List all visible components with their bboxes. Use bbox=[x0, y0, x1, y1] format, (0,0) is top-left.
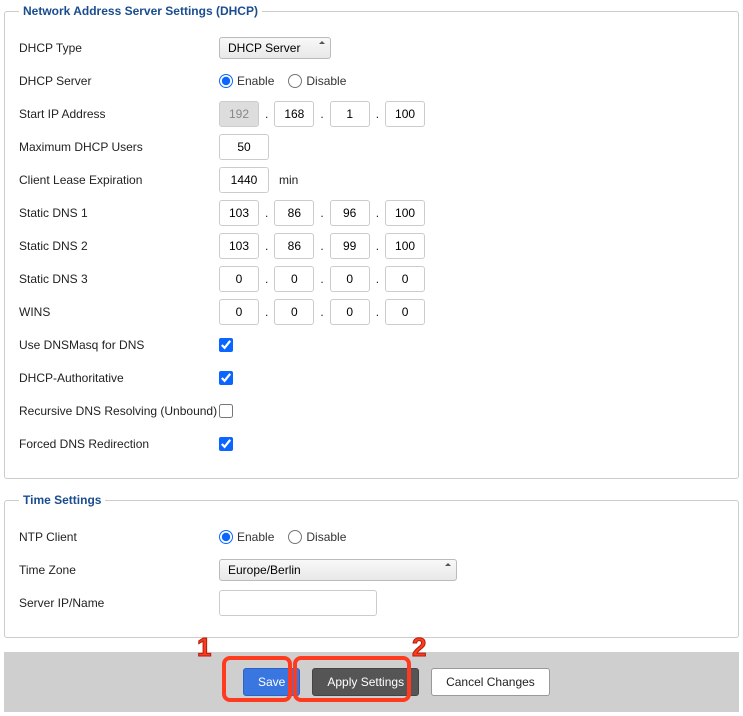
dns3-label: Static DNS 3 bbox=[19, 272, 219, 286]
authoritative-checkbox[interactable] bbox=[219, 371, 233, 385]
lease-unit: min bbox=[279, 173, 298, 187]
wins-o2[interactable] bbox=[274, 299, 314, 325]
dnsmasq-label: Use DNSMasq for DNS bbox=[19, 338, 219, 352]
dns2-label: Static DNS 2 bbox=[19, 239, 219, 253]
dhcp-legend: Network Address Server Settings (DHCP) bbox=[19, 4, 262, 18]
apply-settings-button[interactable]: Apply Settings bbox=[312, 668, 419, 696]
dns1-label: Static DNS 1 bbox=[19, 206, 219, 220]
ntp-disable-radio[interactable] bbox=[288, 530, 302, 544]
dhcp-server-disable[interactable]: Disable bbox=[288, 74, 346, 88]
wins-label: WINS bbox=[19, 305, 219, 319]
dnsmasq-checkbox[interactable] bbox=[219, 338, 233, 352]
dns1-o4[interactable] bbox=[385, 200, 425, 226]
dns2-o1[interactable] bbox=[219, 233, 259, 259]
dhcp-type-select[interactable]: DHCP Server bbox=[219, 37, 331, 59]
dns2-o2[interactable] bbox=[274, 233, 314, 259]
start-ip-o2[interactable] bbox=[274, 101, 314, 127]
start-ip-o3[interactable] bbox=[330, 101, 370, 127]
bottom-bar-wrap: Save Apply Settings Cancel Changes 1 2 bbox=[4, 652, 739, 712]
dhcp-server-enable[interactable]: Enable bbox=[219, 74, 274, 88]
dns2-o4[interactable] bbox=[385, 233, 425, 259]
dhcp-section: Network Address Server Settings (DHCP) D… bbox=[4, 4, 739, 479]
dhcp-server-label: DHCP Server bbox=[19, 74, 219, 88]
lease-input[interactable] bbox=[219, 167, 269, 193]
ntp-disable[interactable]: Disable bbox=[288, 530, 346, 544]
forced-redir-label: Forced DNS Redirection bbox=[19, 437, 219, 451]
bottom-bar: Save Apply Settings Cancel Changes bbox=[4, 652, 739, 712]
authoritative-label: DHCP-Authoritative bbox=[19, 371, 219, 385]
forced-redir-checkbox[interactable] bbox=[219, 437, 233, 451]
dns3-o2[interactable] bbox=[274, 266, 314, 292]
dns1-o1[interactable] bbox=[219, 200, 259, 226]
ntp-enable-radio[interactable] bbox=[219, 530, 233, 544]
time-legend: Time Settings bbox=[19, 493, 105, 507]
dns3-o3[interactable] bbox=[330, 266, 370, 292]
tz-label: Time Zone bbox=[19, 563, 219, 577]
dns2-o3[interactable] bbox=[330, 233, 370, 259]
lease-label: Client Lease Expiration bbox=[19, 173, 219, 187]
dhcp-server-enable-radio[interactable] bbox=[219, 74, 233, 88]
wins-o3[interactable] bbox=[330, 299, 370, 325]
wins-o1[interactable] bbox=[219, 299, 259, 325]
ntp-enable[interactable]: Enable bbox=[219, 530, 274, 544]
start-ip-o4[interactable] bbox=[385, 101, 425, 127]
ntp-label: NTP Client bbox=[19, 530, 219, 544]
max-users-input[interactable] bbox=[219, 134, 269, 160]
start-ip-label: Start IP Address bbox=[19, 107, 219, 121]
dns3-o1[interactable] bbox=[219, 266, 259, 292]
dns1-o2[interactable] bbox=[274, 200, 314, 226]
dhcp-type-label: DHCP Type bbox=[19, 41, 219, 55]
unbound-label: Recursive DNS Resolving (Unbound) bbox=[19, 404, 219, 418]
server-ip-label: Server IP/Name bbox=[19, 596, 219, 610]
start-ip-o1 bbox=[219, 101, 259, 127]
dns3-o4[interactable] bbox=[385, 266, 425, 292]
dns1-o3[interactable] bbox=[330, 200, 370, 226]
wins-o4[interactable] bbox=[385, 299, 425, 325]
dhcp-server-disable-radio[interactable] bbox=[288, 74, 302, 88]
max-users-label: Maximum DHCP Users bbox=[19, 140, 219, 154]
unbound-checkbox[interactable] bbox=[219, 404, 233, 418]
server-ip-input[interactable] bbox=[219, 590, 377, 616]
cancel-changes-button[interactable]: Cancel Changes bbox=[431, 668, 550, 696]
tz-select[interactable]: Europe/Berlin bbox=[219, 559, 457, 581]
save-button[interactable]: Save bbox=[243, 668, 300, 696]
time-section: Time Settings NTP Client Enable Disable … bbox=[4, 493, 739, 638]
